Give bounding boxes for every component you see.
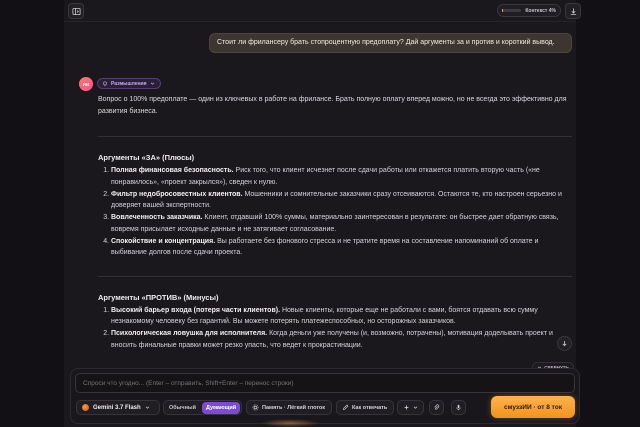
context-label: Контекст 4% — [525, 7, 556, 14]
send-button[interactable]: смуззИИ · от 8 ток — [491, 396, 575, 418]
answer-style-label: Как отвечать — [352, 404, 388, 411]
download-icon — [569, 7, 578, 16]
paperclip-icon — [433, 404, 440, 411]
sidebar-toggle-icon — [71, 7, 81, 16]
section-divider — [98, 136, 572, 137]
left-gutter — [0, 0, 64, 427]
scroll-to-bottom-button[interactable] — [557, 336, 572, 351]
thinking-label: Размышления — [111, 80, 147, 87]
item-title: Полная финансовая безопасность. — [111, 167, 234, 174]
item-title: Вовлеченность заказчика. — [111, 214, 203, 221]
sparkles-icon — [403, 404, 410, 411]
right-gutter — [576, 0, 640, 427]
pros-heading: Аргументы «ЗА» (Плюсы) — [98, 153, 195, 162]
download-button[interactable] — [565, 3, 581, 19]
memory-button[interactable]: Память · Лёгкий глоток — [246, 400, 332, 415]
effects-button[interactable] — [397, 400, 424, 415]
mode-normal-button[interactable]: Обычный — [165, 402, 200, 414]
section-divider — [98, 275, 572, 277]
cons-list: Высокий барьер входа (потеря части клиен… — [98, 305, 572, 353]
context-progress-bar — [502, 9, 522, 12]
cons-heading: Аргументы «ПРОТИВ» (Минусы) — [98, 292, 219, 302]
model-name: Gemini 3.7 Flash — [93, 404, 141, 411]
bottom-glow — [260, 419, 320, 427]
list-item: Психологическая ловушка для исполнителя.… — [111, 328, 572, 351]
model-selector[interactable]: Gemini 3.7 Flash — [76, 400, 160, 415]
list-item: Спокойствие и концентрация. Вы работаете… — [111, 236, 572, 259]
gear-icon — [252, 404, 259, 411]
list-item: Вовлеченность заказчика. Клиент, отдавши… — [111, 212, 572, 235]
thinking-toggle[interactable]: Размышления — [97, 78, 161, 89]
list-item: Высокий барьер входа (потеря части клиен… — [111, 305, 572, 328]
topbar-divider — [64, 21, 576, 22]
model-icon — [82, 404, 89, 411]
attach-button[interactable] — [429, 400, 444, 415]
context-usage-indicator: Контекст 4% — [497, 4, 561, 17]
user-message-bubble: Стоит ли фрилансеру брать стопроцентную … — [209, 33, 572, 53]
mode-switch: Обычный Думающий — [163, 400, 242, 415]
memory-label: Память · Лёгкий глоток — [262, 404, 326, 411]
item-title: Высокий барьер входа (потеря части клиен… — [111, 306, 281, 314]
pencil-icon — [342, 404, 349, 411]
assistant-message: Вопрос о 100% предоплате — один из ключе… — [98, 94, 572, 353]
chevron-down-icon — [150, 81, 155, 86]
item-title: Фильтр недобросовестных клиентов. — [111, 190, 243, 198]
lightbulb-icon — [102, 81, 108, 87]
microphone-icon — [455, 404, 462, 411]
intro-paragraph: Вопрос о 100% предоплате — один из ключе… — [98, 96, 567, 115]
assistant-avatar: ИИ — [79, 77, 93, 91]
answer-style-button[interactable]: Как отвечать — [336, 400, 394, 415]
pros-list: Полная финансовая безопасность. Риск тог… — [98, 165, 572, 259]
chevron-down-icon — [145, 405, 150, 410]
list-item: Полная финансовая безопасность. Риск тог… — [111, 165, 572, 188]
toggle-sidebar-button[interactable] — [68, 3, 84, 19]
mode-thinking-button[interactable]: Думающий — [201, 401, 241, 414]
item-title: Психологическая ловушка для исполнителя. — [111, 330, 268, 337]
item-title: Спокойствие и концентрация. — [111, 237, 216, 245]
arrow-down-icon — [561, 340, 568, 347]
chevron-down-icon — [413, 405, 418, 410]
voice-button[interactable] — [451, 400, 466, 415]
message-input[interactable] — [75, 373, 575, 393]
list-item: Фильтр недобросовестных клиентов. Мошенн… — [111, 189, 572, 212]
